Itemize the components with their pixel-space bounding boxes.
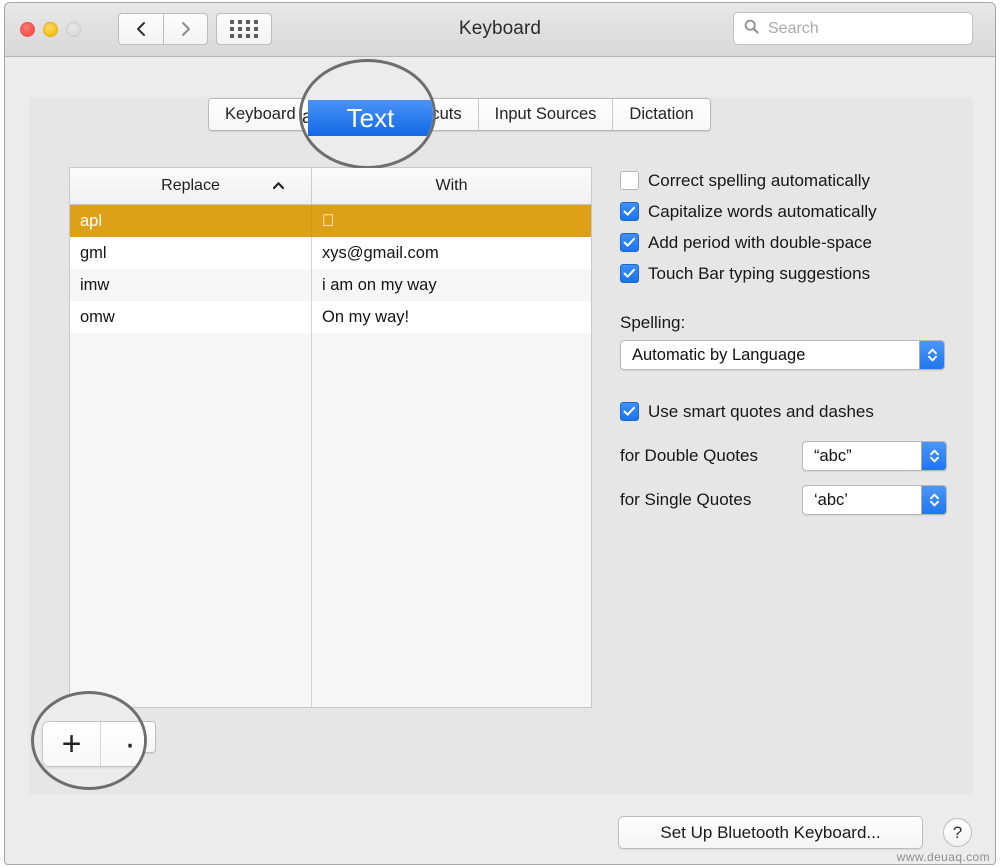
chevron-updown-icon (921, 442, 946, 470)
search-icon (744, 19, 759, 39)
double-quotes-row: for Double Quotes “abc” (620, 441, 950, 471)
magnified-remove-entry-button[interactable]: · (101, 722, 144, 766)
option-correct-spelling[interactable]: Correct spelling automatically (620, 165, 950, 196)
set-up-bluetooth-keyboard-button[interactable]: Set Up Bluetooth Keyboard... (618, 816, 923, 849)
site-watermark: www.deuaq.com (896, 850, 990, 864)
cell-with: On my way! (322, 307, 410, 326)
cell-with: i am on my way (322, 275, 437, 294)
cell-with:  (312, 205, 591, 237)
double-quotes-label: for Double Quotes (620, 446, 758, 465)
screenshot-root: Keyboard Keyboard Text Shortcuts Input S… (0, 0, 1000, 867)
checkbox-add-period[interactable] (620, 233, 639, 252)
search-field[interactable] (733, 12, 973, 45)
table-header-row: Replace With (70, 168, 591, 205)
single-quotes-popup-button[interactable]: ‘abc’ (802, 485, 947, 515)
single-quotes-value: ‘abc’ (814, 490, 848, 509)
help-button[interactable]: ? (943, 818, 972, 847)
table-row[interactable]: apl  (70, 205, 591, 237)
spelling-popup-value: Automatic by Language (632, 345, 806, 364)
cell-replace: imw (70, 269, 312, 301)
option-add-period[interactable]: Add period with double-space (620, 227, 950, 258)
cell-replace: gml (70, 237, 312, 269)
checkbox-correct-spelling[interactable] (620, 171, 639, 190)
magnifier-callout-add-button: + · (31, 691, 147, 790)
cell-replace: omw (70, 301, 312, 333)
spelling-popup-button[interactable]: Automatic by Language (620, 340, 945, 370)
text-options-column: Correct spelling automatically Capitaliz… (620, 165, 950, 515)
magnified-add-entry-button[interactable]: + (43, 722, 101, 766)
cell-replace: apl (70, 205, 312, 237)
text-replacement-table[interactable]: Replace With apl  gml xys@gmail.com (69, 167, 592, 708)
option-touch-bar-suggestions[interactable]: Touch Bar typing suggestions (620, 258, 950, 289)
table-row[interactable]: gml xys@gmail.com (70, 237, 591, 269)
option-label: Touch Bar typing suggestions (648, 263, 871, 283)
single-quotes-row: for Single Quotes ‘abc’ (620, 485, 950, 515)
tab-input-sources[interactable]: Input Sources (478, 99, 614, 130)
option-label: Add period with double-space (648, 232, 872, 252)
option-capitalize-words[interactable]: Capitalize words automatically (620, 196, 950, 227)
tab-keyboard[interactable]: Keyboard (209, 99, 313, 130)
table-empty-column-with (312, 332, 591, 707)
table-row[interactable]: imw i am on my way (70, 269, 591, 301)
keyboard-preferences-window: Keyboard Keyboard Text Shortcuts Input S… (4, 2, 996, 865)
option-smart-quotes[interactable]: Use smart quotes and dashes (620, 396, 950, 427)
chevron-updown-icon (921, 486, 946, 514)
chevron-updown-icon (919, 341, 944, 369)
option-label: Use smart quotes and dashes (648, 401, 874, 421)
tab-dictation[interactable]: Dictation (613, 99, 710, 130)
double-quotes-value: “abc” (814, 446, 852, 465)
checkbox-touch-bar-suggestions[interactable] (620, 264, 639, 283)
option-label: Correct spelling automatically (648, 170, 871, 190)
checkbox-smart-quotes[interactable] (620, 402, 639, 421)
column-header-with[interactable]: With (312, 168, 591, 204)
table-empty-area (70, 332, 591, 707)
magnified-tab-text[interactable]: Text (308, 100, 433, 136)
single-quotes-label: for Single Quotes (620, 490, 752, 509)
table-row[interactable]: omw On my way! (70, 301, 591, 333)
magnifier-callout-text-tab: ar ho Text (299, 59, 436, 169)
spelling-label: Spelling: (620, 313, 686, 332)
table-empty-column-replace (70, 332, 312, 707)
checkbox-capitalize-words[interactable] (620, 202, 639, 221)
option-label: Capitalize words automatically (648, 201, 877, 221)
search-input[interactable] (766, 18, 950, 39)
window-titlebar: Keyboard (5, 3, 995, 57)
preference-tab-bar: Keyboard Text Shortcuts Input Sources Di… (208, 98, 711, 131)
chevron-up-icon (272, 177, 285, 195)
double-quotes-popup-button[interactable]: “abc” (802, 441, 947, 471)
cell-with: xys@gmail.com (322, 243, 439, 262)
column-header-replace[interactable]: Replace (70, 168, 312, 204)
